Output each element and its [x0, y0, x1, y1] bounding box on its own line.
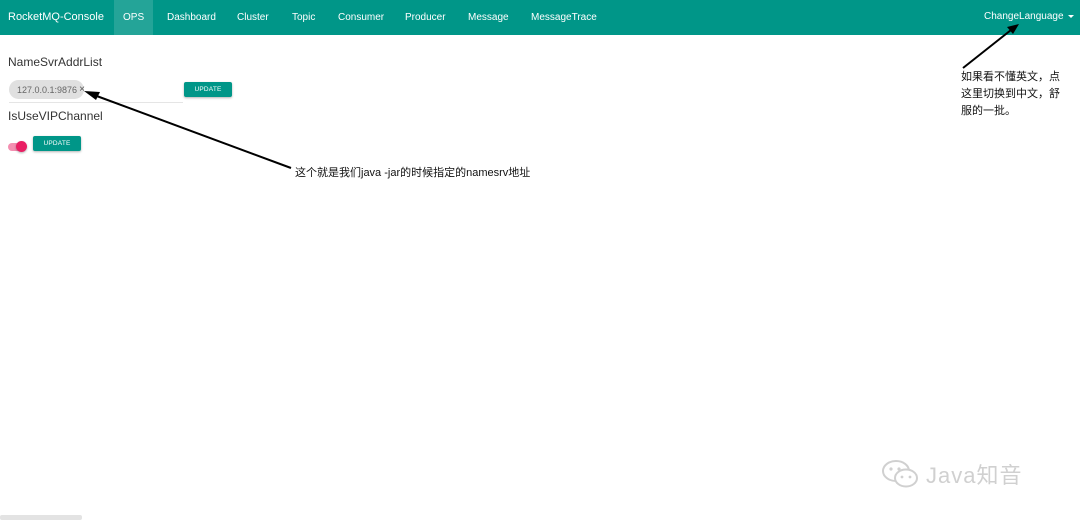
language-note-line: 这里切换到中文，舒 [961, 88, 1060, 100]
namesrv-note: 这个就是我们java -jar的时候指定的namesrv地址 [295, 167, 531, 179]
language-note-line: 如果看不懂英文，点 [961, 71, 1060, 83]
watermark: Java知音 [880, 458, 1022, 490]
watermark-text: Java知音 [926, 463, 1023, 488]
annotation-arrows [84, 24, 1019, 169]
language-arrow-line [962, 29, 1012, 69]
status-bar [0, 515, 82, 520]
language-note-line: 服的一批。 [961, 105, 1016, 117]
wechat-icon [882, 460, 918, 488]
namesrv-arrow-line [93, 94, 292, 169]
language-note: 如果看不懂英文，点 这里切换到中文，舒 服的一批。 [961, 69, 1060, 120]
namesrv-arrow-head [84, 91, 100, 100]
